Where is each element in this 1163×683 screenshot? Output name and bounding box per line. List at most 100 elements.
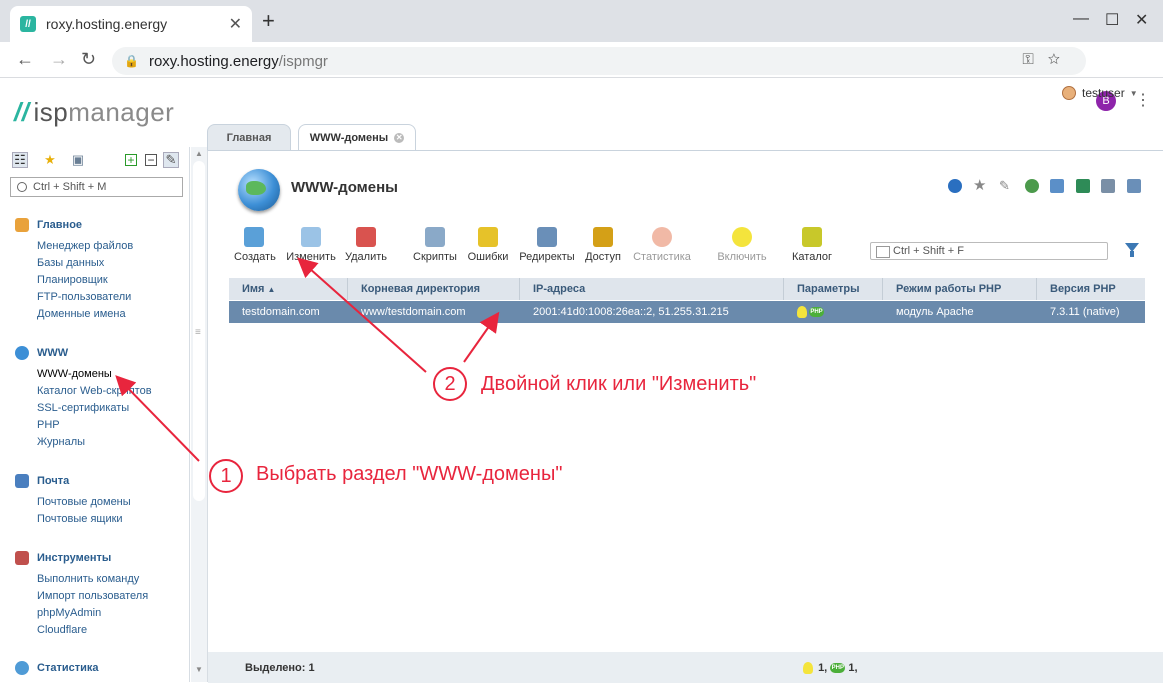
collapse-all-icon[interactable]: − bbox=[145, 154, 157, 166]
briefcase-icon[interactable]: ▣ bbox=[70, 152, 86, 168]
edit-button-label: Изменить bbox=[286, 251, 336, 263]
column-header-ip[interactable]: IP-адреса bbox=[520, 278, 784, 300]
column-header-params[interactable]: Параметры bbox=[784, 278, 883, 300]
menu-item[interactable]: Менеджер файлов bbox=[37, 238, 185, 255]
menu-item-www-domains[interactable]: WWW-домены bbox=[37, 366, 185, 383]
menu-item[interactable]: Cloudflare bbox=[37, 622, 185, 639]
browser-tab[interactable]: // roxy.hosting.energy ✕ bbox=[10, 6, 252, 42]
print-icon[interactable] bbox=[1101, 179, 1115, 193]
column-header-php-mode[interactable]: Режим работы PHP bbox=[883, 278, 1037, 300]
excel-export-icon[interactable] bbox=[1076, 179, 1090, 193]
menu-item[interactable]: Импорт пользователя bbox=[37, 588, 185, 605]
column-header-php-version[interactable]: Версия PHP bbox=[1037, 278, 1145, 300]
cell-php-version: 7.3.11 (native) bbox=[1050, 306, 1120, 318]
bulb-icon bbox=[732, 227, 752, 247]
scroll-up-icon[interactable]: ▲ bbox=[195, 149, 203, 158]
delete-button[interactable]: Удалить bbox=[344, 227, 388, 263]
lock-icon[interactable]: 🔒 bbox=[124, 54, 139, 68]
menu-item[interactable]: SSL-сертификаты bbox=[37, 400, 185, 417]
expand-all-icon[interactable]: + bbox=[125, 154, 137, 166]
tab-www-domains[interactable]: WWW-домены ✕ bbox=[298, 124, 416, 150]
menu-group-title[interactable]: Статистика bbox=[15, 660, 185, 676]
url-field[interactable]: 🔒 roxy.hosting.energy/ispmgr ⚿☆ bbox=[112, 47, 1086, 75]
menu-group-tools: Инструменты Выполнить команду Импорт пол… bbox=[15, 550, 185, 639]
menu-group-title[interactable]: WWW bbox=[15, 345, 185, 361]
access-button[interactable]: Доступ bbox=[583, 227, 623, 263]
menu-item[interactable]: Почтовые домены bbox=[37, 494, 185, 511]
copy-icon[interactable] bbox=[1050, 179, 1064, 193]
menu-group-title[interactable]: Почта bbox=[15, 473, 185, 489]
status-count-b: 1, bbox=[848, 662, 858, 674]
column-header-root[interactable]: Корневая директория bbox=[348, 278, 520, 300]
access-button-label: Доступ bbox=[585, 251, 621, 263]
column-header-name[interactable]: Имя ▲ bbox=[229, 278, 348, 300]
menu-item[interactable]: Почтовые ящики bbox=[37, 511, 185, 528]
bulb-icon bbox=[803, 662, 813, 675]
tree-view-icon[interactable]: ☷ bbox=[12, 152, 28, 168]
errors-button[interactable]: Ошибки bbox=[466, 227, 510, 263]
redirects-button[interactable]: Редиректы bbox=[517, 227, 577, 263]
table-settings-icon[interactable] bbox=[1127, 179, 1141, 193]
tab-home-label: Главная bbox=[226, 131, 272, 144]
close-tab-icon[interactable]: ✕ bbox=[394, 132, 405, 143]
delete-icon bbox=[356, 227, 376, 247]
minimize-icon[interactable]: — bbox=[1073, 10, 1089, 28]
tab-www-domains-label: WWW-домены bbox=[309, 131, 389, 144]
menu-group-title[interactable]: Инструменты bbox=[15, 550, 185, 566]
menu-item[interactable]: Планировщик bbox=[37, 272, 185, 289]
enable-button[interactable]: Включить bbox=[714, 227, 770, 263]
list-search-input[interactable]: Ctrl + Shift + F bbox=[870, 242, 1108, 260]
edit-icon bbox=[301, 227, 321, 247]
create-button[interactable]: Создать bbox=[234, 227, 276, 263]
cell-root: www/testdomain.com bbox=[361, 306, 466, 318]
reload-icon[interactable]: ↻ bbox=[81, 48, 96, 70]
pin-icon[interactable]: ✎ bbox=[163, 152, 179, 168]
forward-icon[interactable]: → bbox=[50, 48, 68, 70]
menu-group-main: Главное Менеджер файлов Базы данных План… bbox=[15, 217, 185, 323]
url-host: roxy.hosting.energy bbox=[148, 52, 279, 70]
new-tab-icon[interactable]: + bbox=[262, 10, 275, 32]
edit-button[interactable]: Изменить bbox=[285, 227, 337, 263]
menu-group-label: Главное bbox=[37, 219, 83, 231]
menu-group-title[interactable]: Главное bbox=[15, 217, 185, 233]
user-menu[interactable]: testuser ▼ bbox=[1062, 86, 1138, 100]
table-row[interactable]: testdomain.com www/testdomain.com 2001:4… bbox=[229, 301, 1145, 323]
help-globe-icon[interactable] bbox=[1025, 179, 1039, 193]
filter-icon[interactable] bbox=[1125, 243, 1139, 257]
menu-item[interactable]: FTP-пользователи bbox=[37, 289, 185, 306]
key-star-icons[interactable]: ⚿☆ bbox=[1022, 51, 1074, 68]
menu-item[interactable]: Журналы bbox=[37, 434, 185, 451]
menu-item[interactable]: Каталог Web-скриптов bbox=[37, 383, 185, 400]
mail-icon bbox=[15, 474, 29, 488]
favorites-star-icon[interactable]: ★ bbox=[42, 152, 58, 168]
favorite-star-icon[interactable]: ★ bbox=[973, 178, 987, 193]
statistics-button[interactable]: Статистика bbox=[630, 227, 694, 263]
grip-icon[interactable]: ≡ bbox=[195, 327, 201, 338]
menu-item[interactable]: Базы данных bbox=[37, 255, 185, 272]
close-window-icon[interactable]: ✕ bbox=[1135, 10, 1148, 30]
tab-home[interactable]: Главная bbox=[207, 124, 291, 150]
menu-item[interactable]: phpMyAdmin bbox=[37, 605, 185, 622]
refresh-icon[interactable] bbox=[948, 179, 962, 193]
catalog-button[interactable]: Каталог bbox=[790, 227, 834, 263]
url-path: /ispmgr bbox=[278, 52, 328, 70]
sidebar-scrollbar[interactable]: ▲ ≡ ▼ bbox=[191, 147, 207, 682]
status-bar: Выделено: 1 1, PHP 1, bbox=[208, 652, 1163, 683]
column-header-name-label: Имя bbox=[242, 283, 265, 295]
menu-item[interactable]: Доменные имена bbox=[37, 306, 185, 323]
pin-icon[interactable]: ✎ bbox=[999, 179, 1013, 193]
redirects-button-label: Редиректы bbox=[519, 251, 575, 263]
maximize-icon[interactable]: ☐ bbox=[1105, 10, 1119, 30]
scroll-down-icon[interactable]: ▼ bbox=[195, 665, 203, 674]
close-tab-icon[interactable]: ✕ bbox=[229, 14, 242, 34]
table-header: Имя ▲ Корневая директория IP-адреса Пара… bbox=[229, 278, 1145, 300]
menu-item[interactable]: PHP bbox=[37, 417, 185, 434]
back-icon[interactable]: ← bbox=[16, 48, 34, 70]
menu-item[interactable]: Выполнить команду bbox=[37, 571, 185, 588]
scripts-button[interactable]: Скрипты bbox=[412, 227, 458, 263]
folder-icon bbox=[802, 227, 822, 247]
enable-button-label: Включить bbox=[717, 251, 767, 263]
page-title: WWW-домены bbox=[291, 179, 398, 196]
catalog-button-label: Каталог bbox=[792, 251, 832, 263]
sidebar-search-input[interactable]: Ctrl + Shift + M bbox=[10, 177, 183, 197]
